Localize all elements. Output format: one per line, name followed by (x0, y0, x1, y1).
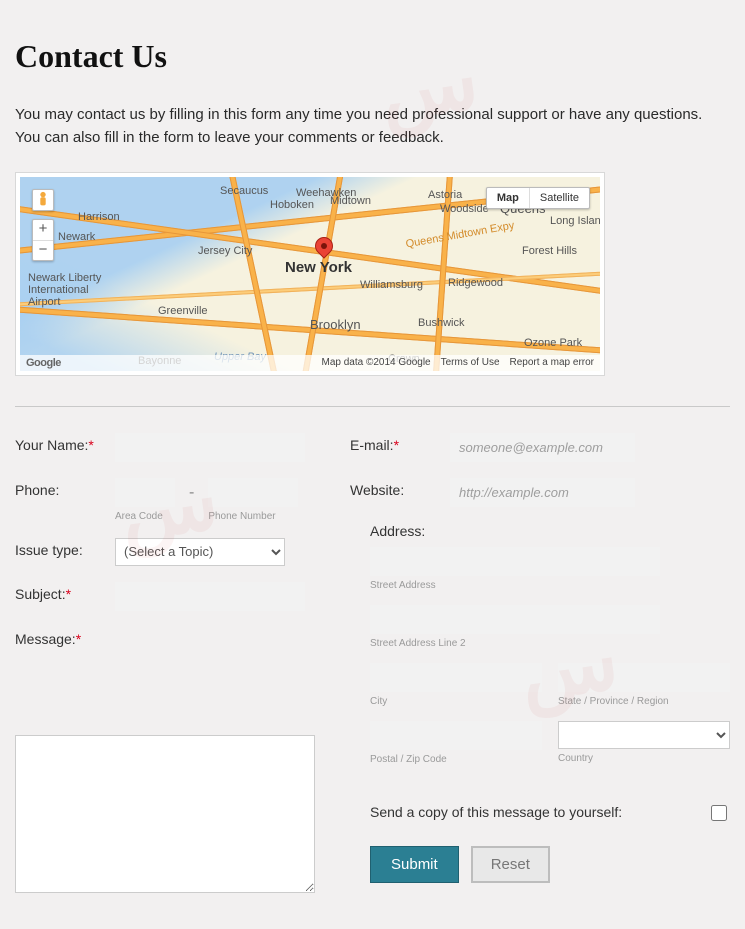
map-terms-link[interactable]: Terms of Use (441, 357, 500, 368)
street-input[interactable] (370, 547, 660, 576)
map-label: Newark Liberty International Airport (28, 272, 110, 308)
map-type-satellite[interactable]: Satellite (529, 188, 589, 208)
map-label: Secaucus (220, 185, 268, 197)
street2-sublabel: Street Address Line 2 (370, 638, 730, 649)
submit-button[interactable]: Submit (370, 846, 459, 883)
zoom-control: + − (32, 219, 54, 261)
state-sublabel: State / Province / Region (558, 696, 730, 707)
phone-area-input[interactable] (115, 478, 175, 507)
map-label: Greenville (158, 305, 208, 317)
map-type-toggle: Map Satellite (486, 187, 590, 209)
state-input[interactable] (558, 663, 730, 692)
subject-input[interactable] (115, 582, 305, 611)
map-label: Bushwick (418, 317, 464, 329)
map-label: Ridgewood (448, 277, 503, 289)
email-label: E-mail:* (350, 433, 450, 453)
city-sublabel: City (370, 696, 542, 707)
map-footer: Google Map data ©2014 Google Terms of Us… (20, 355, 600, 371)
map-label: Brooklyn (310, 317, 361, 332)
postal-input[interactable] (370, 721, 542, 750)
phone-number-sublabel: Phone Number (208, 511, 298, 522)
zoom-out-button[interactable]: − (33, 240, 53, 260)
map-report-link[interactable]: Report a map error (510, 357, 594, 368)
map-label: Long Island (550, 215, 600, 227)
map-label: Hoboken (270, 199, 314, 211)
pegman-button[interactable] (32, 189, 54, 211)
country-sublabel: Country (558, 753, 730, 764)
subject-label: Subject:* (15, 582, 115, 602)
map-container: Secaucus Weehawken Hoboken Midtown Astor… (15, 172, 605, 376)
phone-dash: - (189, 478, 194, 502)
map-label: Woodside (440, 203, 489, 215)
website-label: Website: (350, 478, 450, 498)
message-label: Message:* (15, 627, 81, 727)
zoom-in-button[interactable]: + (33, 220, 53, 240)
map-label: Queens Midtown Expy (405, 219, 515, 250)
issue-label: Issue type: (15, 538, 115, 558)
map-label: Forest Hills (522, 245, 577, 257)
address-label: Address: (370, 523, 730, 539)
map-center-label: New York (285, 259, 352, 276)
map-label: Williamsburg (360, 279, 423, 291)
issue-select[interactable]: (Select a Topic) (115, 538, 285, 566)
map-type-map[interactable]: Map (487, 188, 529, 208)
message-textarea[interactable] (15, 735, 315, 893)
city-input[interactable] (370, 663, 542, 692)
email-input[interactable] (450, 433, 635, 462)
copy-checkbox[interactable] (711, 805, 727, 821)
map-label: Harrison (78, 211, 120, 223)
copy-label: Send a copy of this message to yourself: (370, 803, 707, 823)
postal-sublabel: Postal / Zip Code (370, 754, 542, 765)
map-data-text: Map data ©2014 Google (321, 357, 430, 368)
name-input[interactable] (115, 433, 305, 462)
map-label: Ozone Park (524, 337, 582, 349)
phone-number-input[interactable] (208, 478, 298, 507)
reset-button[interactable]: Reset (471, 846, 550, 883)
street-sublabel: Street Address (370, 580, 730, 591)
street2-input[interactable] (370, 605, 660, 634)
map-label: Jersey City (198, 245, 252, 257)
map-label: Midtown (330, 195, 371, 207)
page-title: Contact Us (15, 38, 730, 75)
website-input[interactable] (450, 478, 635, 507)
phone-area-sublabel: Area Code (115, 511, 175, 522)
contact-form: Your Name:* Phone: Area Code - Phone Num (15, 433, 730, 909)
country-select[interactable] (558, 721, 730, 749)
google-logo: Google (26, 357, 61, 369)
intro-text: You may contact us by filling in this fo… (15, 103, 730, 150)
map[interactable]: Secaucus Weehawken Hoboken Midtown Astor… (20, 177, 600, 371)
name-label: Your Name:* (15, 433, 115, 453)
map-label: Newark (58, 231, 95, 243)
phone-label: Phone: (15, 478, 115, 498)
map-label: Astoria (428, 189, 462, 201)
divider (15, 406, 730, 407)
